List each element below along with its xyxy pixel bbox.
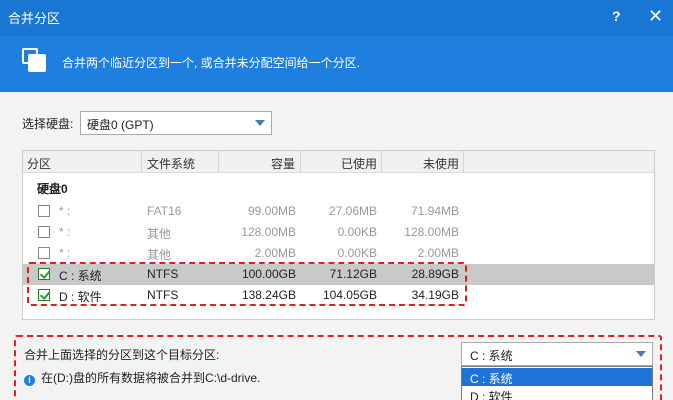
- disk-select-label: 选择硬盘:: [22, 117, 74, 131]
- row-partition: * :: [59, 246, 71, 260]
- table-header: 分区 文件系统 容量 已使用 未使用: [23, 151, 654, 173]
- window-title: 合并分区: [8, 11, 61, 26]
- help-icon[interactable]: ?: [612, 8, 621, 24]
- merge-partition-icon: [22, 48, 46, 72]
- banner-description: 合并两个临近分区到一个, 或合并未分配空间给一个分区.: [62, 56, 361, 70]
- table-row[interactable]: * : 其他 2.00MB 0.00KB 2.00MB: [23, 243, 654, 264]
- chevron-down-icon: [255, 120, 265, 126]
- row-checkbox[interactable]: [38, 205, 50, 217]
- close-icon[interactable]: ✕: [648, 6, 663, 27]
- row-filesystem: 其他: [147, 248, 172, 262]
- selected-rows-highlight: [27, 262, 467, 306]
- table-row[interactable]: * : FAT16 99.00MB 27.06MB 71.94MB: [23, 201, 654, 222]
- row-free: 2.00MB: [417, 246, 459, 260]
- row-used: 0.00KB: [337, 225, 377, 239]
- merge-info-text: 在(D:)盘的所有数据将被合并到C:\d-drive.: [41, 371, 261, 385]
- row-free: 71.94MB: [410, 204, 459, 218]
- column-used[interactable]: 已使用: [341, 155, 377, 172]
- column-partition[interactable]: 分区: [27, 155, 51, 172]
- disk-select-value: 硬盘0 (GPT): [87, 118, 154, 132]
- row-free: 128.00MB: [404, 225, 459, 239]
- merge-info: i 在(D:)盘的所有数据将被合并到C:\d-drive.: [24, 369, 260, 386]
- target-partition-options: C : 系统 D : 软件: [461, 366, 653, 400]
- info-icon: i: [24, 375, 35, 386]
- row-partition: * :: [59, 204, 71, 218]
- row-capacity: 128.00MB: [241, 225, 296, 239]
- target-partition-dropdown[interactable]: C : 系统: [461, 342, 653, 366]
- row-capacity: 2.00MB: [254, 246, 296, 260]
- title-bar: 合并分区 ? ✕: [0, 0, 673, 36]
- option-d-software[interactable]: D : 软件: [462, 386, 652, 400]
- row-capacity: 99.00MB: [247, 204, 296, 218]
- row-filesystem: FAT16: [147, 204, 182, 218]
- row-filesystem: 其他: [147, 227, 172, 241]
- column-free[interactable]: 未使用: [423, 155, 459, 172]
- column-capacity[interactable]: 容量: [271, 155, 295, 172]
- chevron-down-icon: [636, 351, 646, 357]
- column-filesystem[interactable]: 文件系统: [147, 155, 195, 172]
- disk-select-dropdown[interactable]: 硬盘0 (GPT): [80, 111, 272, 135]
- row-partition: * :: [59, 225, 71, 239]
- disk-group-label: 硬盘0: [37, 182, 68, 196]
- row-checkbox[interactable]: [38, 247, 50, 259]
- row-checkbox[interactable]: [38, 226, 50, 238]
- option-c-system[interactable]: C : 系统: [462, 368, 652, 386]
- row-used: 0.00KB: [337, 246, 377, 260]
- row-used: 27.06MB: [328, 204, 377, 218]
- target-partition-value: C : 系统: [470, 349, 513, 363]
- merge-target-label: 合并上面选择的分区到这个目标分区:: [24, 348, 220, 362]
- merge-target-panel: 合并上面选择的分区到这个目标分区: i 在(D:)盘的所有数据将被合并到C:\d-…: [14, 335, 662, 400]
- table-row[interactable]: * : 其他 128.00MB 0.00KB 128.00MB: [23, 222, 654, 243]
- header-banner: 合并两个临近分区到一个, 或合并未分配空间给一个分区.: [0, 36, 673, 92]
